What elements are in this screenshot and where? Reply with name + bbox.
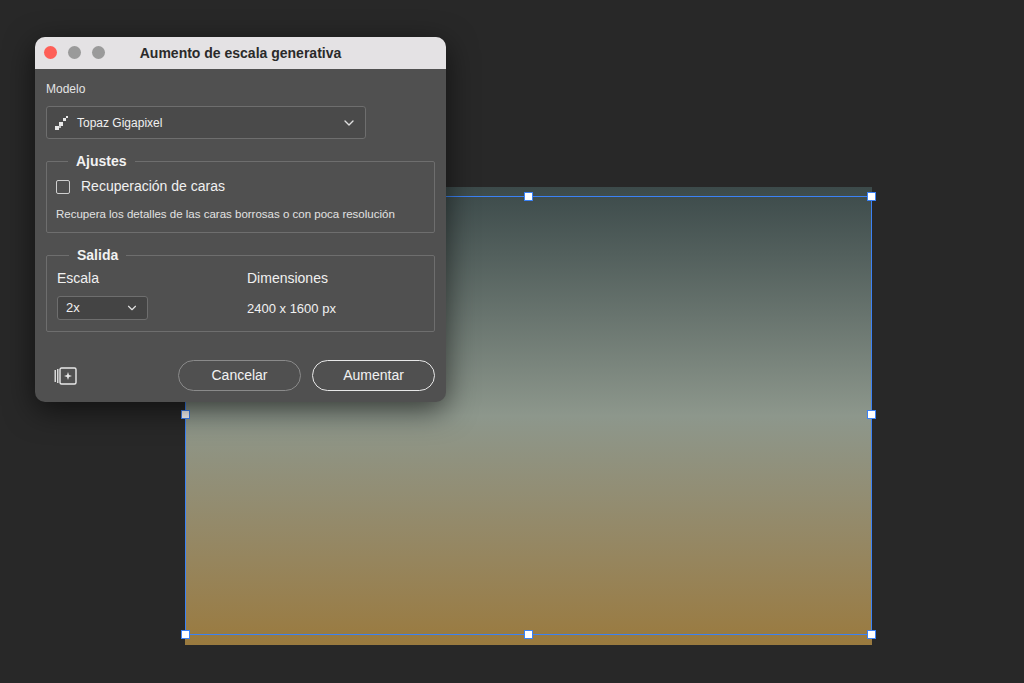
chevron-down-icon (125, 301, 139, 315)
dimensions-label: Dimensiones (247, 268, 424, 289)
generative-upscale-icon[interactable] (54, 367, 78, 385)
upscale-dialog: Aumento de escala generativa Modelo Topaz … (35, 37, 446, 402)
model-dropdown[interactable]: Topaz Gigapixel (46, 106, 366, 139)
model-label: Modelo (46, 80, 435, 98)
window-title: Aumento de escala generativa (140, 43, 342, 64)
resize-handle[interactable] (181, 410, 190, 419)
model-icon (55, 116, 69, 130)
primary-button[interactable]: Aumentar (312, 360, 435, 391)
face-recovery-description: Recupera los detalles de las caras borro… (56, 207, 425, 222)
face-recovery-checkbox[interactable] (56, 180, 70, 194)
minimize-button[interactable] (68, 46, 81, 59)
settings-group: Ajustes Recuperación de caras Recupera los… (46, 151, 435, 233)
resize-handle[interactable] (867, 192, 876, 201)
settings-legend: Ajustes (68, 151, 135, 172)
scale-dropdown[interactable]: 2x (57, 296, 148, 320)
resize-handle[interactable] (867, 630, 876, 639)
app-canvas: Aumento de escala generativa Modelo Topaz … (0, 0, 1024, 683)
zoom-button[interactable] (92, 46, 105, 59)
output-group: SalidaEscala 2x Dimensiones 2400 x 1600 px (46, 245, 435, 332)
chevron-down-icon (341, 115, 357, 131)
resize-handle[interactable] (181, 630, 190, 639)
resize-handle[interactable] (867, 410, 876, 419)
resize-handle[interactable] (524, 630, 533, 639)
dimensions-value: 2400 x 1600 px (247, 299, 424, 319)
title-bar[interactable]: Aumento de escala generativa (35, 37, 446, 69)
face-recovery-label[interactable]: Recuperación de caras (81, 176, 225, 197)
output-legend: Salida (69, 245, 126, 266)
scale-label: Escala (57, 268, 247, 289)
close-button[interactable] (44, 46, 57, 59)
secondary-button[interactable]: Cancelar (178, 360, 301, 391)
resize-handle[interactable] (524, 192, 533, 201)
